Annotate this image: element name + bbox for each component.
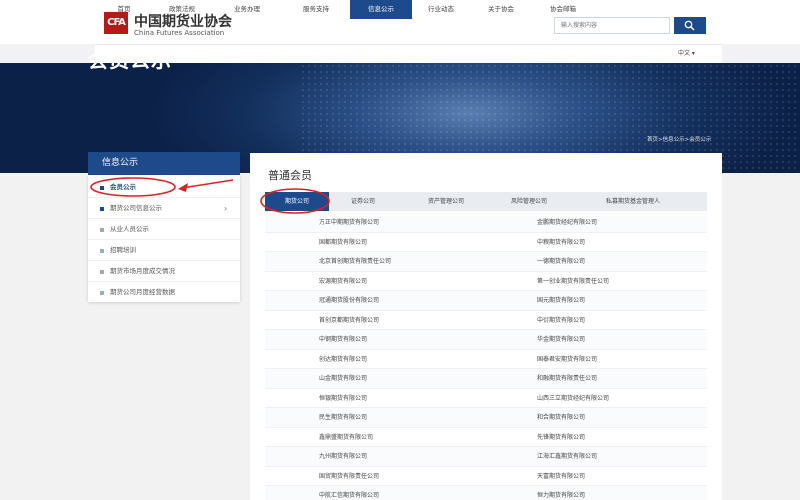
nav-info-disclosure[interactable]: 信息公示: [350, 0, 412, 19]
breadcrumb[interactable]: 首页>信息公示>会员公示: [647, 135, 711, 143]
table-row: 北京首创期货有限责任公司 一德期货有限公司: [265, 252, 707, 272]
member-name-link[interactable]: 鑫鼎盛期货有限公司: [319, 428, 373, 447]
sidebar-heading: 信息公示: [88, 152, 240, 175]
nav-mailbox[interactable]: 协会邮箱: [532, 0, 594, 19]
member-name-link[interactable]: 冠通期货股份有限公司: [319, 291, 379, 310]
member-name-link[interactable]: 金鹏期货经纪有限公司: [537, 213, 597, 232]
table-row: 恒银期货有限公司 山西三立期货经纪有限公司: [265, 389, 707, 408]
member-name-link[interactable]: 创达期货有限公司: [319, 350, 367, 369]
page-title: 会员公示: [88, 48, 172, 72]
nav-industry-news[interactable]: 行业动态: [412, 0, 470, 19]
nav-service[interactable]: 服务支持: [283, 0, 349, 19]
sidebar-item-label: 期货市场月度成交情况: [110, 267, 175, 275]
bullet-icon: [100, 270, 104, 274]
nav-business[interactable]: 业务办理: [211, 0, 283, 19]
member-name-link[interactable]: 首创京都期货有限公司: [319, 311, 379, 330]
member-name-link[interactable]: 山西三立期货经纪有限公司: [537, 389, 609, 408]
member-name-link[interactable]: 宏源期货有限公司: [319, 272, 367, 291]
sidebar-item-label: 招聘培训: [110, 246, 136, 254]
sidebar-item-label: 从业人员公示: [110, 225, 149, 233]
table-row: 宏源期货有限公司 第一创业期货有限责任公司: [265, 272, 707, 291]
bullet-icon: [100, 249, 104, 253]
tab-asset-management[interactable]: 资产管理公司: [410, 192, 482, 211]
member-name-link[interactable]: 国贸期货有限责任公司: [319, 467, 379, 486]
search-icon: [684, 20, 695, 31]
chevron-right-icon: ›: [224, 204, 228, 213]
sidebar-item-monthly-operations[interactable]: 期货公司月度经营数据: [88, 282, 240, 303]
table-row: 山金期货有限公司 和融期货有限责任公司: [265, 369, 707, 389]
member-name-link[interactable]: 中钢期货有限公司: [319, 330, 367, 349]
search-button[interactable]: [674, 17, 706, 34]
nav-home[interactable]: 首页: [95, 0, 153, 19]
member-name-link[interactable]: 恒力期货有限公司: [537, 486, 585, 500]
table-row: 首创京都期货有限公司 中衍期货有限公司: [265, 311, 707, 330]
member-name-link[interactable]: 和合期货有限公司: [537, 408, 585, 427]
member-name-link[interactable]: 江海汇鑫期货有限公司: [537, 447, 597, 466]
table-row: 九州期货有限公司 江海汇鑫期货有限公司: [265, 447, 707, 467]
member-name-link[interactable]: 先锋期货有限公司: [537, 428, 585, 447]
bullet-icon: [100, 291, 104, 295]
member-name-link[interactable]: 民生期货有限公司: [319, 408, 367, 427]
sidebar-menu: 会员公示 期货公司信息公示 › 从业人员公示 招聘培训 期货市场月度成交情况 期…: [88, 175, 240, 302]
table-row: 创达期货有限公司 国泰君安期货有限公司: [265, 350, 707, 369]
member-name-link[interactable]: 华金期货有限公司: [537, 330, 585, 349]
tab-risk-management[interactable]: 风险管理公司: [493, 192, 565, 211]
site-name-en: China Futures Association: [134, 29, 225, 37]
member-name-link[interactable]: 天富期货有限公司: [537, 467, 585, 486]
member-name-link[interactable]: 中航汇信期货有限公司: [319, 486, 379, 500]
member-name-link[interactable]: 国泰君安期货有限公司: [537, 350, 597, 369]
member-name-link[interactable]: 一德期货有限公司: [537, 252, 585, 271]
language-select[interactable]: 中文 ▾: [678, 44, 695, 63]
sidebar-item-label: 期货公司信息公示: [110, 204, 162, 212]
tab-private-fund-manager[interactable]: 私募期货基金管理人: [578, 192, 688, 211]
sidebar-item-monthly-trading[interactable]: 期货市场月度成交情况: [88, 261, 240, 282]
table-row: 国都期货有限公司 中粮期货有限公司: [265, 233, 707, 252]
sidebar-item-futures-company-info[interactable]: 期货公司信息公示 ›: [88, 198, 240, 219]
member-name-link[interactable]: 第一创业期货有限责任公司: [537, 272, 609, 291]
table-row: 民生期货有限公司 和合期货有限公司: [265, 408, 707, 428]
member-name-link[interactable]: 国元期货有限公司: [537, 291, 585, 310]
nav-policy[interactable]: 政策法规: [153, 0, 211, 19]
search-input[interactable]: [554, 17, 670, 34]
sidebar-item-label: 会员公示: [110, 183, 136, 191]
member-name-link[interactable]: 中粮期货有限公司: [537, 233, 585, 252]
table-row: 中航汇信期货有限公司 恒力期货有限公司: [265, 486, 707, 500]
table-row: 中钢期货有限公司 华金期货有限公司: [265, 330, 707, 350]
table-row: 方正中期期货有限公司 金鹏期货经纪有限公司: [265, 213, 707, 233]
section-title: 普通会员: [268, 169, 312, 182]
table-row: 鑫鼎盛期货有限公司 先锋期货有限公司: [265, 428, 707, 447]
member-name-link[interactable]: 和融期货有限责任公司: [537, 369, 597, 388]
member-name-link[interactable]: 山金期货有限公司: [319, 369, 367, 388]
sidebar-item-recruitment[interactable]: 招聘培训: [88, 240, 240, 261]
sidebar-item-label: 期货公司月度经营数据: [110, 288, 175, 296]
bullet-icon: [100, 207, 104, 211]
member-name-link[interactable]: 恒银期货有限公司: [319, 389, 367, 408]
member-name-link[interactable]: 中衍期货有限公司: [537, 311, 585, 330]
table-row: 冠通期货股份有限公司 国元期货有限公司: [265, 291, 707, 311]
main-nav: [95, 44, 722, 63]
table-row: 国贸期货有限责任公司 天富期货有限公司: [265, 467, 707, 486]
sidebar-item-practitioner-disclosure[interactable]: 从业人员公示: [88, 219, 240, 240]
member-name-link[interactable]: 方正中期期货有限公司: [319, 213, 379, 232]
tab-securities-company[interactable]: 证券公司: [335, 192, 391, 211]
sidebar-item-member-disclosure[interactable]: 会员公示: [88, 177, 240, 198]
member-name-link[interactable]: 北京首创期货有限责任公司: [319, 252, 391, 271]
tab-futures-company[interactable]: 期货公司: [265, 192, 329, 211]
nav-about[interactable]: 关于协会: [470, 0, 532, 19]
bullet-icon: [100, 228, 104, 232]
member-name-link[interactable]: 九州期货有限公司: [319, 447, 367, 466]
bullet-icon: [100, 186, 104, 190]
member-name-link[interactable]: 国都期货有限公司: [319, 233, 367, 252]
